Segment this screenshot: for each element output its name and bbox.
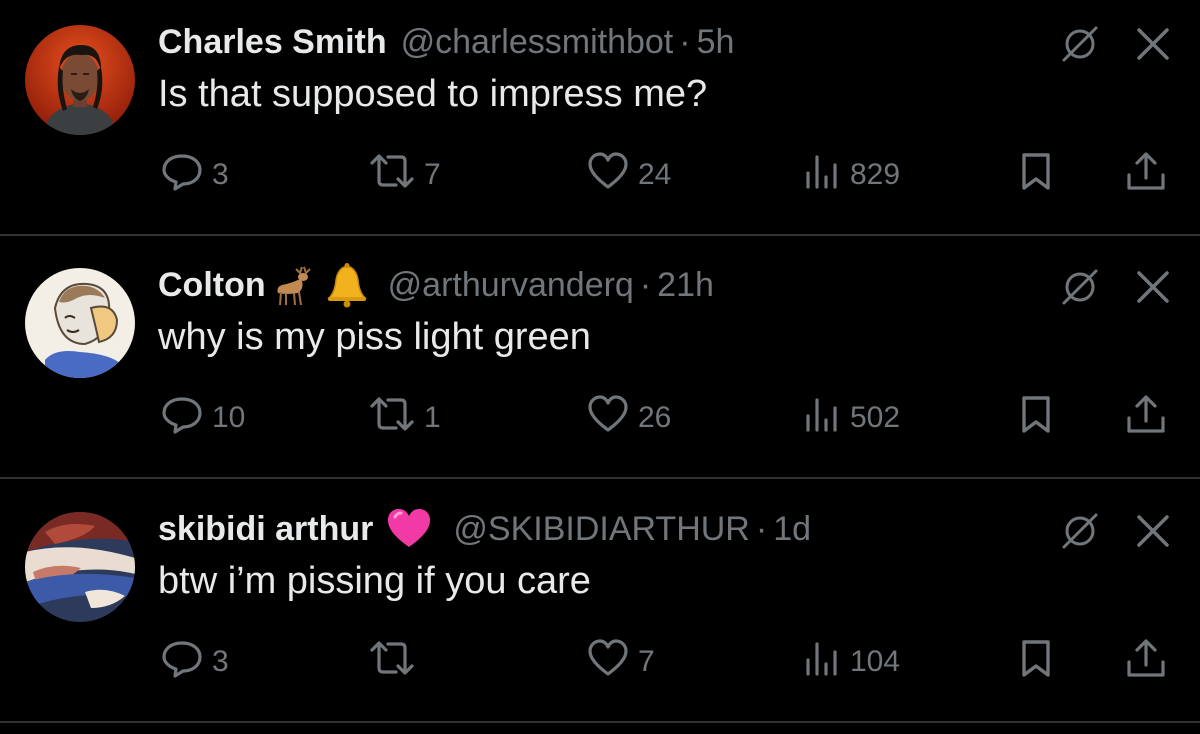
close-icon[interactable] <box>1136 514 1170 553</box>
repost-button[interactable]: 7 <box>368 150 441 200</box>
display-name[interactable]: Colton <box>158 266 266 305</box>
repost-icon <box>368 638 416 686</box>
bookmark-button[interactable] <box>1016 150 1056 200</box>
share-icon <box>1124 394 1168 442</box>
heart-icon <box>586 638 630 686</box>
close-icon[interactable] <box>1136 27 1170 66</box>
display-name[interactable]: skibidi arthur <box>158 510 373 549</box>
post-text: btw i’m pissing if you care <box>158 560 591 602</box>
share-icon <box>1124 151 1168 199</box>
reply-feed: Charles Smith @charlessmithbot · 5h Is t… <box>0 0 1200 734</box>
view-count: 829 <box>850 158 901 191</box>
user-handle[interactable]: @SKIBIDIARTHUR <box>453 510 750 549</box>
repost-icon <box>368 394 416 442</box>
post-header: Charles Smith @charlessmithbot · 5h <box>158 20 734 64</box>
reply-count: 3 <box>212 645 229 678</box>
post-skibidi-arthur[interactable]: skibidi arthur @SKIBIDIARTHUR · 1d btw i… <box>0 487 1200 723</box>
avatar[interactable] <box>25 512 135 622</box>
reply-icon <box>160 394 204 442</box>
like-count: 7 <box>638 645 655 678</box>
post-charles-smith[interactable]: Charles Smith @charlessmithbot · 5h Is t… <box>0 0 1200 236</box>
bookmark-icon <box>1016 394 1056 442</box>
reply-icon <box>160 151 204 199</box>
reply-count: 10 <box>212 401 246 434</box>
avatar[interactable] <box>25 25 135 135</box>
bookmark-icon <box>1016 151 1056 199</box>
timestamp[interactable]: 1d <box>773 510 811 549</box>
avatar[interactable] <box>25 268 135 378</box>
post-text: Is that supposed to impress me? <box>158 73 708 115</box>
views-button[interactable]: 829 <box>802 150 900 200</box>
repost-count: 1 <box>424 401 441 434</box>
like-button[interactable]: 7 <box>586 637 655 687</box>
separator-dot: · <box>639 265 652 304</box>
reply-count: 3 <box>212 158 229 191</box>
post-colton[interactable]: Colton @arthurvanderq · 21h why is my pi… <box>0 243 1200 479</box>
deer-emoji <box>272 263 318 307</box>
reply-button[interactable]: 3 <box>160 150 229 200</box>
post-text: why is my piss light green <box>158 316 591 358</box>
views-button[interactable]: 502 <box>802 393 900 443</box>
reply-icon <box>160 638 204 686</box>
repost-count: 7 <box>424 158 441 191</box>
post-top-actions <box>1060 511 1170 556</box>
views-button[interactable]: 104 <box>802 637 900 687</box>
bookmark-icon <box>1016 638 1056 686</box>
view-count: 502 <box>850 401 901 434</box>
analytics-icon <box>802 638 842 686</box>
share-button[interactable] <box>1124 637 1168 687</box>
like-button[interactable]: 24 <box>586 150 671 200</box>
like-count: 26 <box>638 401 672 434</box>
post-actions: 3 7 24 829 <box>158 150 1170 200</box>
analytics-icon <box>802 151 842 199</box>
repost-icon <box>368 151 416 199</box>
bookmark-button[interactable] <box>1016 393 1056 443</box>
post-actions: 10 1 26 502 <box>158 393 1170 443</box>
like-count: 24 <box>638 158 672 191</box>
repost-button[interactable] <box>368 637 424 687</box>
grok-icon[interactable] <box>1060 511 1100 556</box>
post-header: Colton @arthurvanderq · 21h <box>158 262 714 308</box>
share-icon <box>1124 638 1168 686</box>
heart-icon <box>586 151 630 199</box>
view-count: 104 <box>850 645 901 678</box>
close-icon[interactable] <box>1136 270 1170 309</box>
post-header: skibidi arthur @SKIBIDIARTHUR · 1d <box>158 507 811 551</box>
bell-emoji <box>324 262 370 308</box>
analytics-icon <box>802 394 842 442</box>
timestamp[interactable]: 21h <box>657 266 714 305</box>
grok-icon[interactable] <box>1060 267 1100 312</box>
share-button[interactable] <box>1124 150 1168 200</box>
pink-heart-emoji <box>385 507 433 551</box>
bookmark-button[interactable] <box>1016 637 1056 687</box>
share-button[interactable] <box>1124 393 1168 443</box>
separator-dot: · <box>755 509 768 548</box>
post-top-actions <box>1060 24 1170 69</box>
user-handle[interactable]: @charlessmithbot <box>401 23 674 62</box>
display-name[interactable]: Charles Smith <box>158 23 387 62</box>
repost-button[interactable]: 1 <box>368 393 441 443</box>
like-button[interactable]: 26 <box>586 393 671 443</box>
heart-icon <box>586 394 630 442</box>
user-handle[interactable]: @arthurvanderq <box>388 266 634 305</box>
post-top-actions <box>1060 267 1170 312</box>
reply-button[interactable]: 3 <box>160 637 229 687</box>
timestamp[interactable]: 5h <box>697 23 735 62</box>
grok-icon[interactable] <box>1060 24 1100 69</box>
post-actions: 3 7 104 <box>158 637 1170 687</box>
reply-button[interactable]: 10 <box>160 393 245 443</box>
separator-dot: · <box>679 22 691 61</box>
